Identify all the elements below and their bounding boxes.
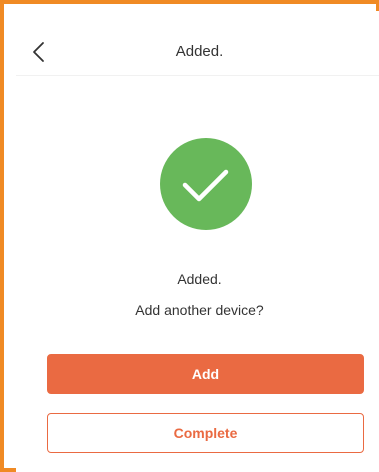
page-title: Added.: [175, 43, 224, 60]
checkmark-icon: [182, 169, 229, 202]
app-frame: Added. Added. Add another device? Add Co…: [0, 0, 379, 472]
device-added-screen: Added. Added. Add another device? Add Co…: [16, 11, 379, 472]
check-circle-icon: [160, 138, 252, 230]
status-message: Added.: [177, 271, 222, 287]
add-another-prompt: Add another device?: [135, 302, 264, 318]
add-button[interactable]: Add: [47, 354, 364, 394]
header-bar: Added.: [16, 22, 379, 76]
complete-button[interactable]: Complete: [47, 413, 364, 453]
